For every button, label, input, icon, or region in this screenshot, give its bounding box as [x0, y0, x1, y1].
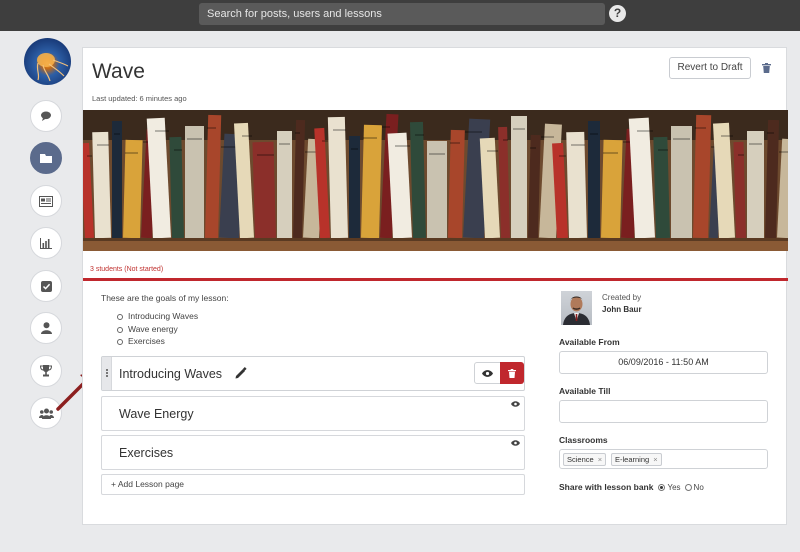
available-from-field[interactable]: 06/09/2016 - 11:50 AM — [559, 351, 768, 374]
goals-list: Introducing Waves Wave energy Exercises — [116, 310, 198, 348]
lesson-page-title: Introducing Waves — [119, 367, 223, 381]
users-icon — [38, 408, 54, 419]
lesson-page-row[interactable]: Introducing Waves — [101, 356, 525, 391]
user-avatar[interactable] — [24, 38, 71, 85]
classroom-tag[interactable]: E-learning × — [611, 453, 662, 466]
creator-avatar — [561, 291, 592, 325]
last-updated: Last updated: 6 minutes ago — [92, 94, 187, 103]
drag-handle[interactable] — [102, 357, 112, 390]
revert-to-draft-button[interactable]: Revert to Draft — [669, 57, 751, 79]
newspaper-icon — [39, 195, 53, 207]
radio-selected-icon — [658, 483, 666, 491]
classrooms-field[interactable]: Science × E-learning × — [559, 449, 768, 469]
sidebar-item-reports[interactable] — [30, 227, 62, 259]
user-icon — [40, 322, 52, 334]
add-lesson-page-button[interactable]: + Add Lesson page — [101, 474, 525, 495]
pencil-icon[interactable] — [235, 367, 247, 379]
trophy-icon — [40, 365, 52, 377]
lesson-card: Wave Last updated: 6 minutes ago Revert … — [82, 47, 788, 525]
lesson-page-row[interactable]: Wave Energy — [101, 396, 525, 431]
share-label: Share with lesson bank — [559, 482, 654, 492]
help-icon[interactable]: ? — [609, 5, 626, 22]
sidebar-item-comments[interactable] — [30, 100, 62, 132]
eye-icon[interactable] — [511, 401, 520, 407]
eye-icon[interactable] — [511, 440, 520, 446]
classroom-tag[interactable]: Science × — [563, 453, 607, 466]
share-with-lesson-bank: Share with lesson bank Yes No — [559, 482, 708, 492]
list-item: Exercises — [116, 335, 198, 348]
trash-icon[interactable] — [762, 63, 771, 73]
remove-tag-icon[interactable]: × — [653, 455, 657, 464]
available-till-label: Available Till — [559, 386, 611, 396]
sidebar-item-profile[interactable] — [30, 312, 62, 344]
goals-intro: These are the goals of my lesson: — [101, 293, 229, 303]
sidebar-item-posts[interactable] — [30, 185, 62, 217]
top-bar: Search for posts, users and lessons ? — [0, 0, 800, 31]
lesson-banner-image — [83, 110, 788, 251]
created-by-label: Created by — [602, 293, 642, 302]
sidebar-item-lessons[interactable] — [30, 142, 62, 174]
lesson-page-title: Wave Energy — [119, 407, 194, 421]
lesson-page-row[interactable]: Exercises — [101, 435, 525, 470]
trash-icon — [508, 368, 516, 378]
page-title: Wave — [92, 60, 145, 83]
eye-icon — [482, 369, 493, 377]
creator-name: John Baur — [602, 305, 642, 314]
folder-icon — [40, 153, 52, 163]
divider — [83, 278, 788, 281]
list-item: Introducing Waves — [116, 310, 198, 323]
comment-icon — [41, 111, 51, 121]
available-till-field[interactable] — [559, 400, 768, 423]
classrooms-label: Classrooms — [559, 435, 608, 445]
share-no-radio[interactable]: No — [684, 483, 704, 492]
remove-tag-icon[interactable]: × — [598, 455, 602, 464]
students-status: 3 students (Not started) — [90, 266, 164, 273]
preview-button[interactable] — [474, 362, 501, 384]
available-from-label: Available From — [559, 337, 620, 347]
checkbox-icon — [40, 280, 52, 292]
search-input[interactable]: Search for posts, users and lessons — [199, 3, 605, 25]
lesson-page-title: Exercises — [119, 446, 174, 460]
radio-icon — [684, 483, 692, 491]
delete-page-button[interactable] — [500, 362, 524, 384]
share-yes-radio[interactable]: Yes — [658, 483, 681, 492]
sidebar-item-tasks[interactable] — [30, 270, 62, 302]
bar-chart-icon — [40, 237, 52, 249]
list-item: Wave energy — [116, 323, 198, 336]
